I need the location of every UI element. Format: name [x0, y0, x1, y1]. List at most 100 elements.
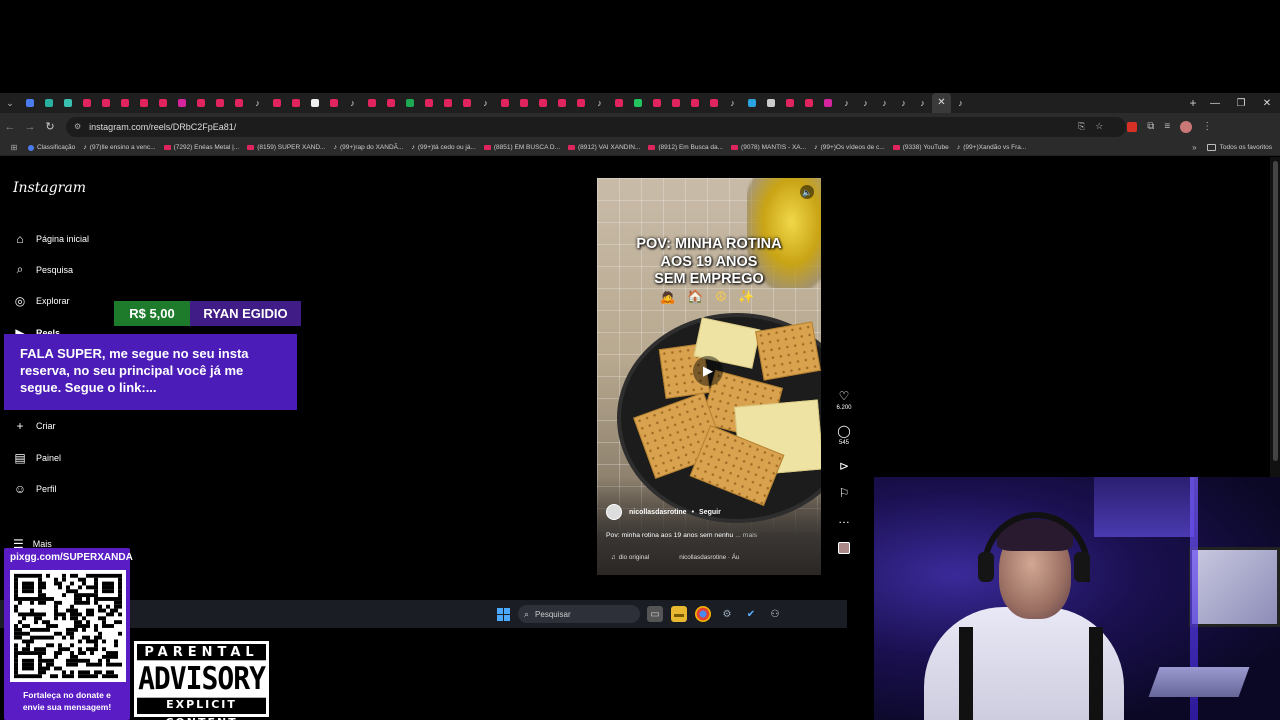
browser-tab[interactable]: ♪ [248, 93, 267, 113]
browser-tab[interactable] [761, 93, 780, 113]
browser-tab[interactable] [571, 93, 590, 113]
file-explorer-icon[interactable]: ▬ [671, 606, 687, 622]
browser-tab[interactable] [666, 93, 685, 113]
task-view-icon[interactable]: ▭ [647, 606, 663, 622]
browser-tab[interactable] [799, 93, 818, 113]
browser-tab[interactable] [191, 93, 210, 113]
reel-audio-info[interactable]: ♫ dio original nicollasdasrotine · Áu [611, 554, 739, 561]
steam-icon[interactable]: ✔ [743, 606, 759, 622]
browser-tab[interactable]: ♪ [875, 93, 894, 113]
more-options-button[interactable]: … [838, 512, 850, 526]
browser-tab[interactable]: ♪ [856, 93, 875, 113]
chrome-icon[interactable] [695, 606, 711, 622]
browser-tab[interactable] [514, 93, 533, 113]
bookmark-item[interactable]: ♪ (99+)tá cedo ou já... [411, 144, 476, 151]
bookmark-item[interactable]: (8912) VAI XANDIN... [568, 144, 640, 151]
browser-tab[interactable]: ♪ [343, 93, 362, 113]
browser-tab[interactable] [647, 93, 666, 113]
browser-tab[interactable] [419, 93, 438, 113]
play-icon[interactable]: ▶ [693, 356, 723, 386]
browser-tab[interactable] [438, 93, 457, 113]
save-button[interactable]: ⚐ [839, 486, 850, 500]
bookmark-item[interactable]: (8851) EM BUSCA D... [483, 144, 560, 151]
browser-tab[interactable] [134, 93, 153, 113]
new-tab-button[interactable]: + [1184, 96, 1202, 110]
browser-tab[interactable]: ♪ [913, 93, 932, 113]
sidebar-item-painel[interactable]: ▤ Painel [13, 442, 89, 473]
sidebar-item-pesquisa[interactable]: ⌕ Pesquisa [13, 254, 89, 285]
back-icon[interactable]: ← [0, 121, 20, 133]
audio-thumbnail-button[interactable] [838, 542, 850, 554]
browser-tab[interactable] [495, 93, 514, 113]
share-button[interactable]: ⊳ [839, 459, 849, 473]
browser-tab[interactable] [77, 93, 96, 113]
browser-tab[interactable] [780, 93, 799, 113]
extension-icon[interactable] [1127, 121, 1138, 132]
bookmark-item[interactable]: ♪ (99+)rap do XANDÃ... [333, 144, 403, 151]
sidebar-item-p-gina-inicial[interactable]: ⌂ Página inicial [13, 223, 89, 254]
browser-tab[interactable] [324, 93, 343, 113]
bookmark-star-icon[interactable]: ☆ [1095, 121, 1103, 132]
browser-tab[interactable] [305, 93, 324, 113]
browser-tab[interactable] [704, 93, 723, 113]
browser-tab[interactable] [381, 93, 400, 113]
browser-tab[interactable]: ♪ [590, 93, 609, 113]
sidebar-item-criar[interactable]: + Criar [13, 411, 89, 442]
profile-avatar[interactable] [1180, 120, 1193, 133]
browser-tab[interactable] [115, 93, 134, 113]
browser-tab[interactable] [457, 93, 476, 113]
media-controls-icon[interactable]: ≡ [1164, 121, 1170, 132]
browser-tab[interactable] [552, 93, 571, 113]
audio-mute-icon[interactable]: 🔈 [800, 185, 814, 199]
bookmark-item[interactable]: (9338) YouTube [892, 144, 949, 151]
windows-start-icon[interactable] [497, 608, 510, 621]
author-avatar[interactable] [606, 504, 622, 520]
browser-tab[interactable]: ♪ [476, 93, 495, 113]
browser-menu-icon[interactable]: ⋮ [1202, 121, 1212, 132]
close-window-icon[interactable]: ✕ [1254, 98, 1280, 109]
bookmark-item[interactable]: ♪ (99+)Os vídeos de c... [814, 144, 885, 151]
reload-icon[interactable]: ↻ [40, 120, 60, 133]
browser-tab[interactable] [210, 93, 229, 113]
browser-tab[interactable]: ♪ [894, 93, 913, 113]
restore-icon[interactable]: ❐ [1228, 98, 1254, 109]
url-field[interactable]: ⚙ instagram.com/reels/DRbC2FpEa81/ [66, 116, 1126, 137]
forward-icon[interactable]: → [20, 121, 40, 133]
browser-tab[interactable] [685, 93, 704, 113]
follow-button[interactable]: Seguir [699, 509, 721, 516]
settings-icon[interactable]: ⚙ [719, 606, 735, 622]
caption-more-link[interactable]: ... mais [735, 532, 757, 539]
browser-tab[interactable] [58, 93, 77, 113]
apps-grid-icon[interactable]: ⊞ [0, 143, 28, 152]
browser-tab[interactable] [229, 93, 248, 113]
browser-tab[interactable] [267, 93, 286, 113]
taskbar-search[interactable]: ⌕ Pesquisar [518, 605, 640, 623]
browser-tab[interactable] [20, 93, 39, 113]
reel-video[interactable]: POV: MINHA ROTINA AOS 19 ANOS SEM EMPREG… [597, 178, 821, 575]
site-info-icon[interactable]: ⚙ [74, 122, 81, 131]
browser-tab[interactable] [172, 93, 191, 113]
like-button[interactable]: ♡ 6.200 [836, 389, 851, 411]
browser-tab[interactable] [286, 93, 305, 113]
active-tab[interactable]: ✕ [932, 93, 951, 113]
install-app-icon[interactable]: ⎘ [1078, 121, 1085, 132]
tab-search-icon[interactable]: ⌄ [0, 93, 20, 113]
all-bookmarks-folder[interactable]: Todos os favoritos [1206, 144, 1272, 151]
more-bookmarks-icon[interactable]: » [1192, 143, 1196, 152]
app-icon[interactable]: ⚇ [767, 606, 783, 622]
browser-tab[interactable]: ♪ [723, 93, 742, 113]
browser-tab[interactable] [153, 93, 172, 113]
author-username[interactable]: nicollasdasrotine [629, 509, 687, 516]
browser-tab[interactable] [39, 93, 58, 113]
bookmark-item[interactable]: ♪ (97)Ile ensino a venc... [83, 144, 155, 151]
bookmark-item[interactable]: (8912) Em Busca da... [648, 144, 723, 151]
bookmark-item[interactable]: Classificação [28, 144, 75, 151]
bookmark-item[interactable]: (9078) MANTIS - XA... [731, 144, 806, 151]
extensions-puzzle-icon[interactable]: ⧉ [1147, 121, 1154, 132]
comment-button[interactable]: ◯ 545 [837, 424, 850, 446]
sidebar-item-explorar[interactable]: ◎ Explorar [13, 286, 89, 317]
browser-tab[interactable]: ♪ [837, 93, 856, 113]
browser-tab[interactable] [609, 93, 628, 113]
instagram-logo[interactable]: Instagram [13, 180, 86, 196]
browser-tab[interactable] [742, 93, 761, 113]
